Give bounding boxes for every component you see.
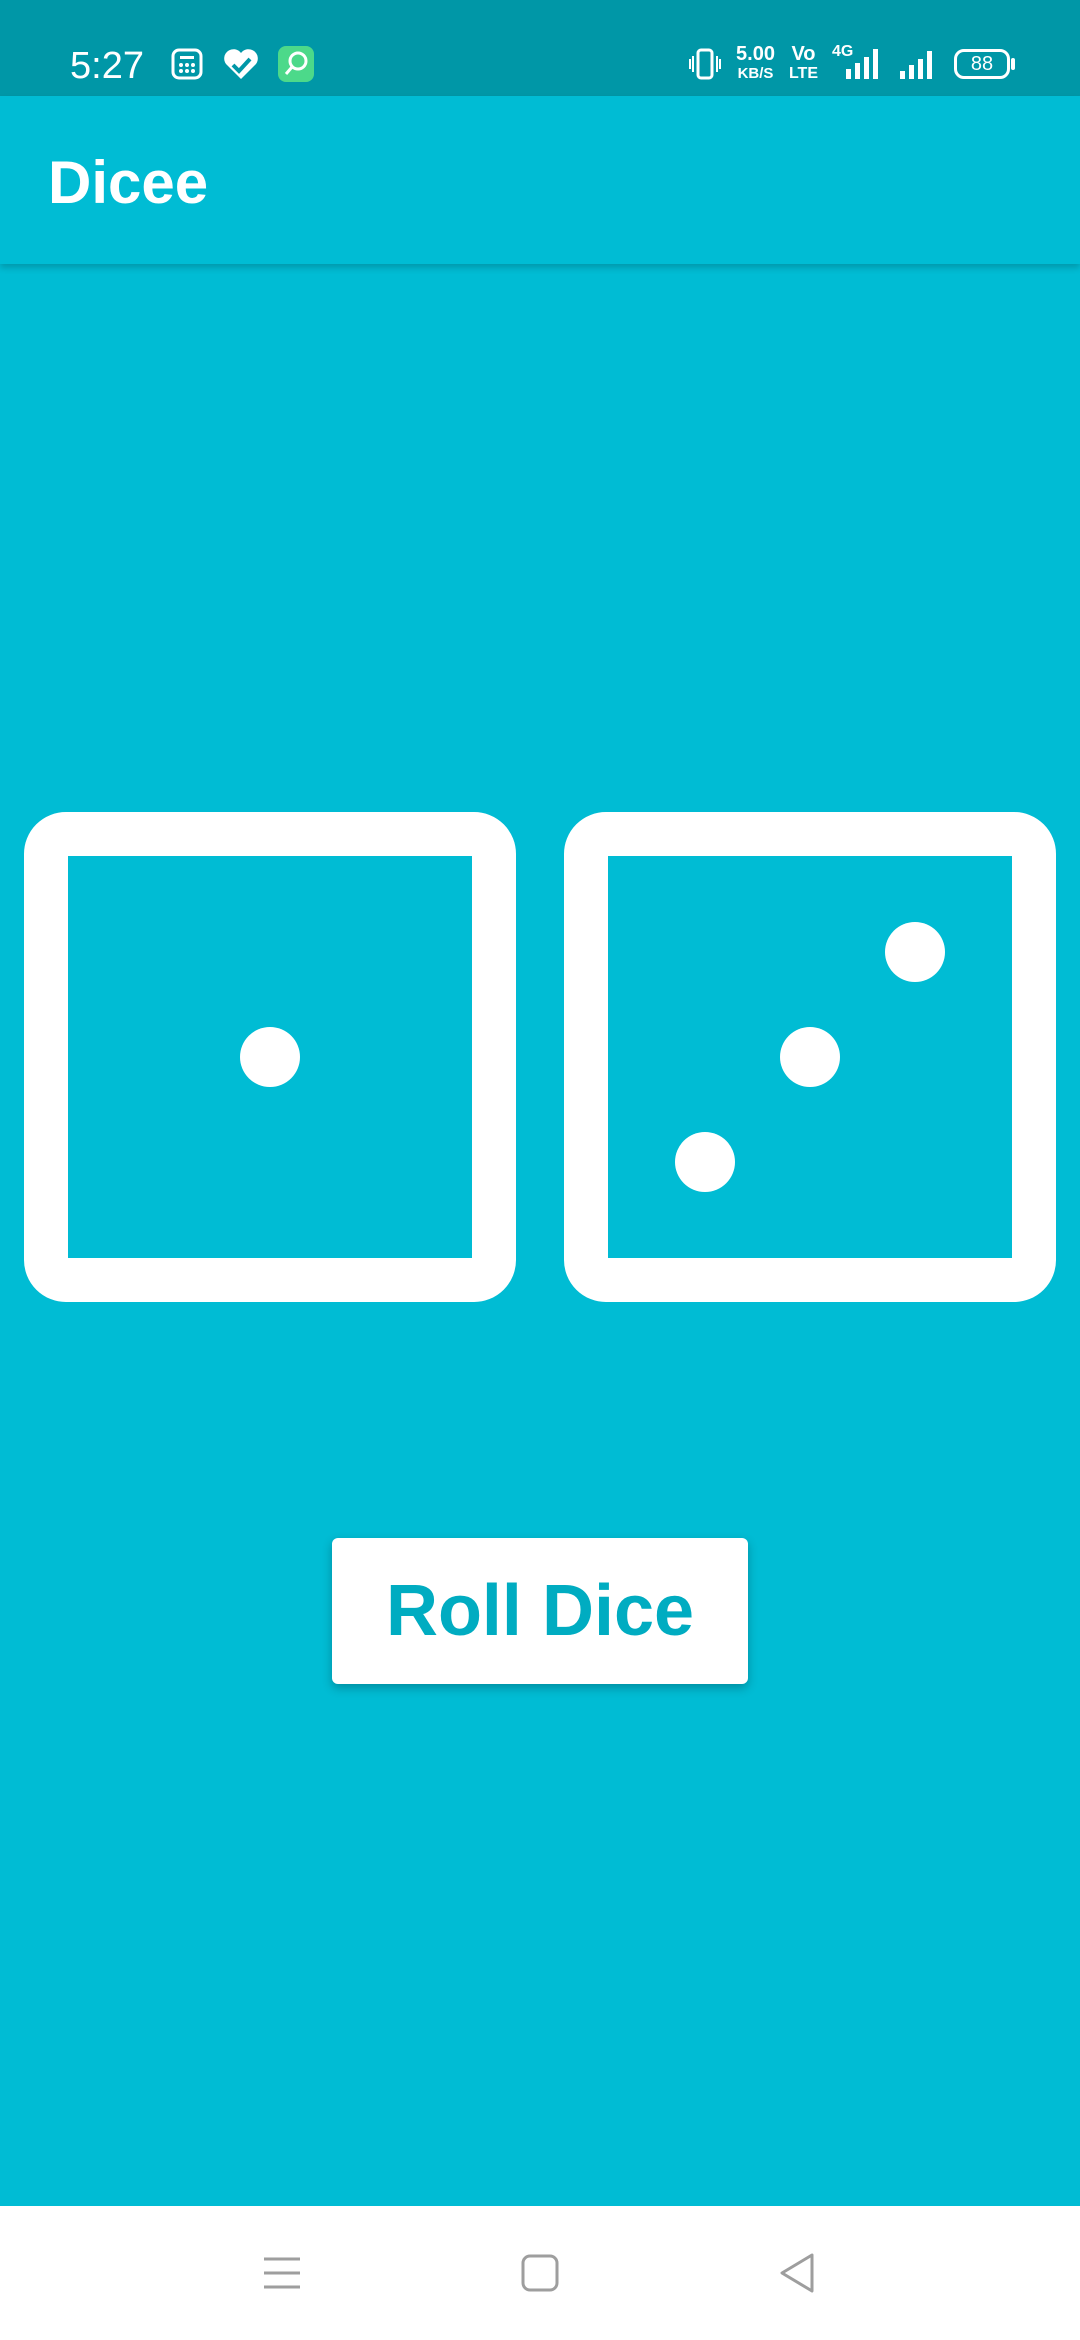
status-bar: 5:27 5.00 KB/S Vo LTE 4G 88 xyxy=(0,0,1080,96)
signal-icon-2 xyxy=(900,51,932,79)
volte-indicator: Vo LTE xyxy=(789,44,818,84)
home-icon[interactable] xyxy=(518,2251,562,2295)
dice-row xyxy=(24,812,1056,1302)
app-icon xyxy=(278,46,314,82)
net-speed: 5.00 KB/S xyxy=(736,44,775,84)
back-icon[interactable] xyxy=(776,2251,820,2295)
calculator-icon xyxy=(171,48,203,80)
right-die[interactable] xyxy=(564,812,1056,1302)
left-die[interactable] xyxy=(24,812,516,1302)
network-type: 4G xyxy=(832,43,854,60)
volte-bottom: LTE xyxy=(788,65,818,82)
net-speed-value: 5.00 xyxy=(736,43,775,65)
app-bar: Dicee xyxy=(0,96,1080,264)
navigation-bar xyxy=(0,2206,1080,2340)
signal-icon: 4G xyxy=(832,43,884,81)
status-time: 5:27 xyxy=(70,45,144,87)
vibrate-icon xyxy=(689,48,722,80)
net-speed-unit: KB/S xyxy=(737,65,774,82)
app-title: Dicee xyxy=(48,149,209,216)
health-icon xyxy=(224,49,258,79)
roll-dice-button[interactable]: Roll Dice xyxy=(332,1538,748,1684)
menu-icon[interactable] xyxy=(260,2251,304,2295)
status-system-icons: 5.00 KB/S Vo LTE 4G 88 xyxy=(688,43,1015,84)
dice-one-icon xyxy=(24,812,516,1302)
dice-three-icon xyxy=(564,812,1056,1302)
battery-icon: 88 xyxy=(954,49,1015,79)
status-notification-icons xyxy=(170,46,314,82)
volte-top: Vo xyxy=(791,43,816,65)
